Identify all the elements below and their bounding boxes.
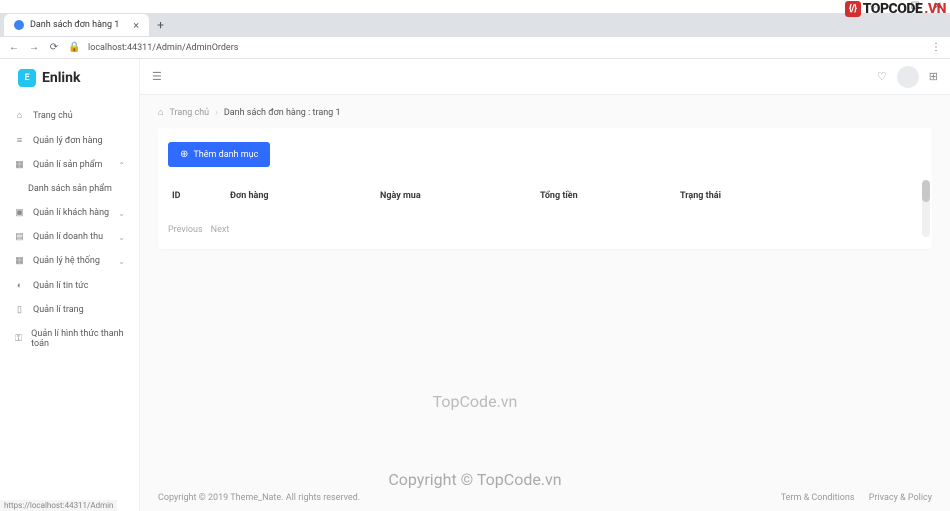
chart-icon: ▤ — [14, 232, 25, 242]
browser-address-bar: ← → ⟳ 🔒 localhost:44311/Admin/AdminOrder… — [0, 37, 950, 59]
bell-icon[interactable]: ♡ — [877, 70, 887, 83]
browser-status-bar: https://localhost:44311/Admin — [0, 500, 117, 511]
url-field[interactable]: localhost:44311/Admin/AdminOrders — [88, 43, 922, 53]
sidebar-item-orders[interactable]: ≡Quản lý đơn hàng — [0, 128, 139, 153]
sidebar-item-system[interactable]: ▦Quản lý hệ thống⌄ — [0, 249, 139, 273]
home-icon: ⌂ — [14, 110, 25, 121]
th-id: ID — [170, 191, 230, 201]
tab-favicon — [14, 20, 24, 30]
orders-card: ⊕ Thêm danh mục ID Đơn hàng Ngày mua Tổn… — [158, 128, 932, 249]
table-header-row: ID Đơn hàng Ngày mua Tổng tiền Trạng thá… — [168, 185, 922, 207]
th-status: Trạng thái — [680, 191, 920, 201]
th-date: Ngày mua — [380, 191, 540, 201]
scrollbar-track[interactable] — [922, 180, 930, 237]
new-tab-button[interactable]: + — [149, 18, 172, 32]
pagination: Previous Next — [168, 225, 922, 235]
sidebar-item-products-list[interactable]: Danh sách sản phẩm — [0, 177, 139, 201]
list-icon: ≡ — [14, 135, 25, 146]
chevron-down-icon: ⌄ — [118, 257, 125, 266]
nav-forward-icon[interactable]: → — [28, 42, 40, 53]
home-icon: ⌂ — [158, 107, 163, 118]
cube-icon: ▦ — [14, 160, 25, 170]
watermark-copyright: Copyright © TopCode.vn — [388, 470, 561, 489]
nav-reload-icon[interactable]: ⟳ — [48, 42, 60, 53]
footer-copyright: Copyright © 2019 Theme_Nate. All rights … — [158, 493, 360, 503]
pagination-next[interactable]: Next — [211, 225, 230, 235]
brand-logo[interactable]: E Enlink — [0, 59, 139, 99]
sidebar-item-pages[interactable]: ▯Quản lí trang — [0, 298, 139, 322]
chevron-down-icon: ⌄ — [118, 209, 125, 218]
grid-icon: ▦ — [14, 256, 25, 266]
sidebar-item-payments[interactable]: ⚿Quản lí hình thức thanh toán — [0, 322, 139, 356]
th-order: Đơn hàng — [230, 191, 380, 201]
watermark-center: TopCode.vn — [433, 392, 518, 411]
sidebar-item-products[interactable]: ▦Quản lí sản phẩm⌃ — [0, 153, 139, 177]
avatar[interactable] — [897, 66, 919, 88]
users-icon: ▣ — [14, 208, 25, 218]
browser-menu-icon[interactable]: ⋮ — [930, 42, 942, 53]
scrollbar-thumb[interactable] — [922, 180, 930, 202]
th-total: Tổng tiền — [540, 191, 680, 201]
chevron-up-icon: ⌃ — [118, 161, 125, 170]
plus-icon: ⊕ — [180, 149, 188, 160]
breadcrumb-current: Danh sách đơn hàng : trang 1 — [224, 108, 341, 118]
tab-title: Danh sách đơn hàng 1 — [30, 20, 119, 30]
main-area: ☰ ♡ ⊞ ⌂ Trang chủ › Danh sách đơn hàng :… — [140, 59, 950, 511]
logo-mark: E — [18, 69, 36, 87]
breadcrumb: ⌂ Trang chủ › Danh sách đơn hàng : trang… — [158, 107, 932, 118]
sidebar-item-revenue[interactable]: ▤Quản lí doanh thu⌄ — [0, 225, 139, 249]
footer-terms-link[interactable]: Term & Conditions — [781, 493, 855, 503]
pagination-prev[interactable]: Previous — [168, 225, 203, 235]
footer-privacy-link[interactable]: Privacy & Policy — [869, 493, 932, 503]
window-titlebar: ⌵ — ☐ ✕ — [0, 0, 950, 13]
add-category-button[interactable]: ⊕ Thêm danh mục — [168, 142, 270, 167]
breadcrumb-home[interactable]: Trang chủ — [169, 108, 209, 118]
sidebar: E Enlink ⌂Trang chủ ≡Quản lý đơn hàng ▦Q… — [0, 59, 140, 511]
sidebar-item-home[interactable]: ⌂Trang chủ — [0, 103, 139, 128]
watermark-topcode: {/} TOPCODE.VN — [845, 1, 946, 17]
sidebar-item-customers[interactable]: ▣Quản lí khách hàng⌄ — [0, 201, 139, 225]
browser-tab-strip: Danh sách đơn hàng 1 × + — [0, 13, 950, 37]
lock-icon: ⚿ — [14, 334, 23, 344]
breadcrumb-sep: › — [215, 108, 218, 118]
orders-table: ID Đơn hàng Ngày mua Tổng tiền Trạng thá… — [168, 185, 922, 207]
file-icon: ▯ — [14, 305, 25, 315]
apps-grid-icon[interactable]: ⊞ — [929, 70, 938, 83]
browser-tab-active[interactable]: Danh sách đơn hàng 1 × — [4, 14, 149, 36]
compass-icon: ◐ — [14, 280, 25, 291]
brand-name: Enlink — [42, 70, 80, 86]
chevron-down-icon: ⌄ — [118, 233, 125, 242]
sidebar-toggle-icon[interactable]: ☰ — [152, 70, 162, 83]
sidebar-item-news[interactable]: ◐Quản lí tin tức — [0, 273, 139, 298]
nav-back-icon[interactable]: ← — [8, 42, 20, 53]
lock-icon: 🔒 — [68, 42, 80, 53]
topbar: ☰ ♡ ⊞ — [140, 59, 950, 95]
tab-close-icon[interactable]: × — [133, 19, 139, 32]
